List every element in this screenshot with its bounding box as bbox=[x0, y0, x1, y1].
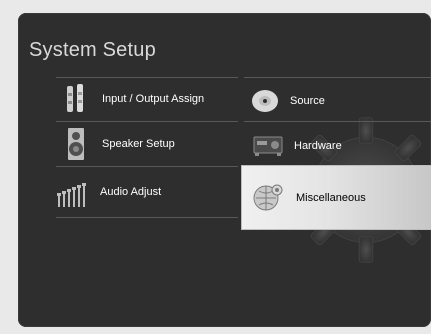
menu-item-hardware[interactable]: Hardware bbox=[252, 131, 342, 161]
left-divider-1 bbox=[56, 121, 238, 122]
menu-item-source[interactable]: Source bbox=[250, 85, 325, 117]
menu-item-miscellaneous[interactable]: Miscellaneous bbox=[242, 166, 431, 229]
right-top-divider bbox=[244, 77, 431, 78]
page-title: System Setup bbox=[29, 39, 156, 61]
rca-connectors-icon bbox=[64, 83, 92, 115]
menu-item-audio-adjust[interactable]: Audio Adjust bbox=[56, 175, 161, 209]
left-top-divider bbox=[56, 77, 238, 78]
left-divider-3 bbox=[56, 217, 238, 218]
system-setup-screen: System Setup Input / Output Assign Speak… bbox=[18, 13, 431, 327]
left-divider-2 bbox=[56, 166, 238, 167]
menu-item-speaker-setup[interactable]: Speaker Setup bbox=[64, 127, 175, 161]
menu-item-label: Audio Adjust bbox=[100, 186, 162, 198]
receiver-device-icon bbox=[252, 133, 284, 159]
disc-icon bbox=[250, 86, 280, 116]
equalizer-bars-icon bbox=[56, 175, 90, 209]
speaker-icon bbox=[64, 127, 92, 161]
menu-item-label: Miscellaneous bbox=[296, 192, 366, 204]
menu-item-label: Hardware bbox=[294, 140, 342, 152]
menu-item-label: Source bbox=[290, 95, 325, 107]
menu-item-input-output-assign[interactable]: Input / Output Assign bbox=[64, 83, 204, 115]
menu-item-label: Input / Output Assign bbox=[102, 93, 205, 105]
menu-item-label: Speaker Setup bbox=[102, 138, 175, 150]
right-divider-1 bbox=[244, 121, 431, 122]
globe-gear-icon bbox=[250, 180, 286, 216]
